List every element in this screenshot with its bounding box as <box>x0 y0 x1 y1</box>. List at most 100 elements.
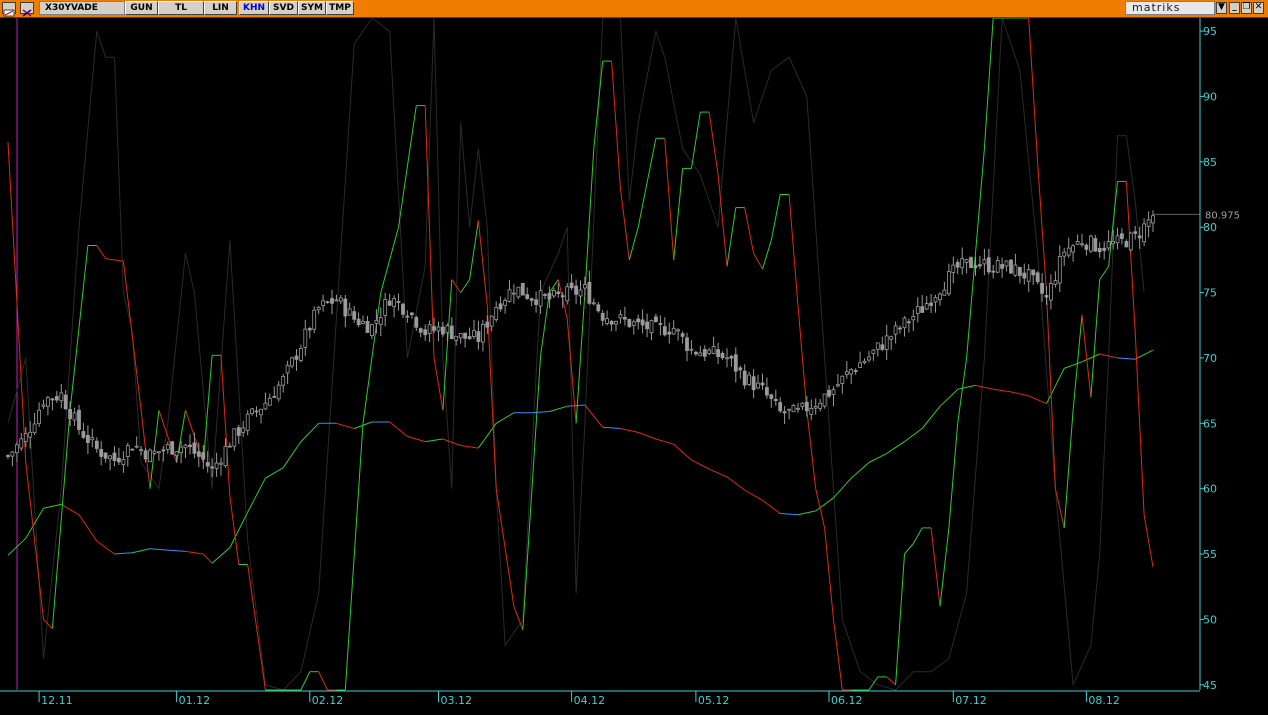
candle-body <box>174 451 179 457</box>
candle-body <box>99 448 104 457</box>
y-axis-tick-label: 85 <box>1203 156 1217 169</box>
oscillator-line-segment <box>1081 314 1092 398</box>
candle-body <box>947 271 951 295</box>
oscillator-line-segment <box>930 527 941 607</box>
candle-body <box>454 335 459 341</box>
secondary-indicator-line <box>7 18 1145 691</box>
candle-body <box>760 382 765 386</box>
close-icon[interactable]: ✕ <box>1253 2 1264 14</box>
candle-body <box>636 318 641 323</box>
candle-body <box>991 270 996 273</box>
currency-button-tl[interactable]: TL <box>158 1 204 15</box>
candle-body <box>143 450 148 460</box>
candle-body <box>711 346 716 354</box>
candle-body <box>321 300 326 306</box>
symbol-field[interactable]: X30YVADE <box>39 1 125 15</box>
chart-menu-icon[interactable] <box>2 2 16 17</box>
candle-body <box>858 362 862 368</box>
average-line-segment <box>638 431 657 440</box>
candle-body <box>827 389 831 397</box>
chart-window: X30YVADE GUN TL LIN KHN SVD SYM TMP matr… <box>0 0 1268 715</box>
candle-body <box>1035 272 1040 282</box>
candle-body <box>50 398 55 401</box>
candle-body <box>108 455 112 460</box>
candle-body <box>10 451 15 457</box>
candle-body <box>28 431 33 438</box>
oscillator-line-segment <box>708 112 719 175</box>
oscillator-line-segment <box>637 138 657 228</box>
candle-body <box>1009 259 1013 274</box>
candle-body <box>396 301 401 303</box>
price-chart[interactable]: 80.975 95 90 85 80 75 70 65 60 55 50 45 12.11 01.12 02… <box>0 18 1268 715</box>
candle-body <box>1062 251 1067 257</box>
y-axis-tick-label: 50 <box>1203 613 1217 626</box>
candle-body <box>729 355 734 359</box>
average-line-segment <box>850 462 870 479</box>
candle-body <box>698 352 703 357</box>
oscillator-line-segment <box>318 671 328 691</box>
candle-body <box>1084 244 1089 250</box>
link-icon[interactable] <box>20 2 34 17</box>
oscillator-line-segment <box>611 61 621 189</box>
oscillator-line-segment <box>815 488 826 529</box>
restore-icon[interactable]: ❐ <box>1241 2 1252 14</box>
average-line-segment <box>495 412 515 424</box>
candle-body <box>236 427 241 436</box>
average-line-segment <box>96 540 115 555</box>
candle-body <box>330 298 334 304</box>
candle-body <box>1053 280 1058 285</box>
toolbar-button-svd[interactable]: SVD <box>269 1 298 15</box>
candle-body <box>440 326 445 335</box>
candle-body <box>130 448 135 451</box>
average-line-segment <box>708 468 728 478</box>
candle-body <box>920 306 925 313</box>
average-line-segment <box>43 503 62 509</box>
oscillator-line-segment <box>25 462 44 620</box>
candle-body <box>791 404 796 413</box>
oscillator-line-segment <box>344 423 364 691</box>
candle-body <box>716 349 720 358</box>
candle-body <box>361 320 365 324</box>
candle-body <box>383 299 388 316</box>
candle-body <box>982 259 987 265</box>
candle-body <box>640 319 645 326</box>
candle-body <box>942 289 947 296</box>
chart-area[interactable]: 80.975 95 90 85 80 75 70 65 60 55 50 45 12.11 01.12 02… <box>0 18 1268 715</box>
candle-body <box>898 327 902 330</box>
minimize-icon[interactable]: _ <box>1229 2 1240 14</box>
candle-body <box>14 444 19 454</box>
chart-type-button-khn[interactable]: KHN <box>239 1 269 15</box>
candle-body <box>986 257 991 273</box>
candle-body <box>649 320 654 334</box>
average-line-segment <box>114 552 133 555</box>
candle-body <box>849 368 854 375</box>
candle-body <box>214 462 219 469</box>
candle-body <box>623 316 627 320</box>
candle-body <box>1102 247 1107 251</box>
candle-body <box>831 389 836 395</box>
candle-body <box>938 293 942 301</box>
candle-body <box>41 404 46 407</box>
candle-body <box>196 451 201 457</box>
candle-body <box>645 321 649 330</box>
oscillator-line-segment <box>673 168 684 260</box>
scale-button-lin[interactable]: LIN <box>204 1 237 15</box>
candle-body <box>290 357 294 367</box>
candle-body <box>995 260 1000 273</box>
candle-body <box>188 444 192 448</box>
oscillator-line-segment <box>788 194 799 306</box>
oscillator-line-segment <box>522 355 542 630</box>
dropdown-icon[interactable]: ▼ <box>1216 2 1227 14</box>
oscillator-line-segment <box>975 148 985 254</box>
x-axis-tick-label: 01.12 <box>179 694 211 707</box>
toolbar-button-sym[interactable]: SYM <box>298 1 326 15</box>
period-button-gun[interactable]: GUN <box>125 1 158 15</box>
toolbar-button-tmp[interactable]: TMP <box>326 1 354 15</box>
candle-body <box>929 302 933 306</box>
candle-body <box>303 328 308 348</box>
candle-body <box>809 407 814 415</box>
oscillator-line-segment <box>380 227 399 293</box>
candle-body <box>1080 243 1084 246</box>
candle-body <box>1004 260 1009 267</box>
oscillator-line-segment <box>1125 181 1136 332</box>
